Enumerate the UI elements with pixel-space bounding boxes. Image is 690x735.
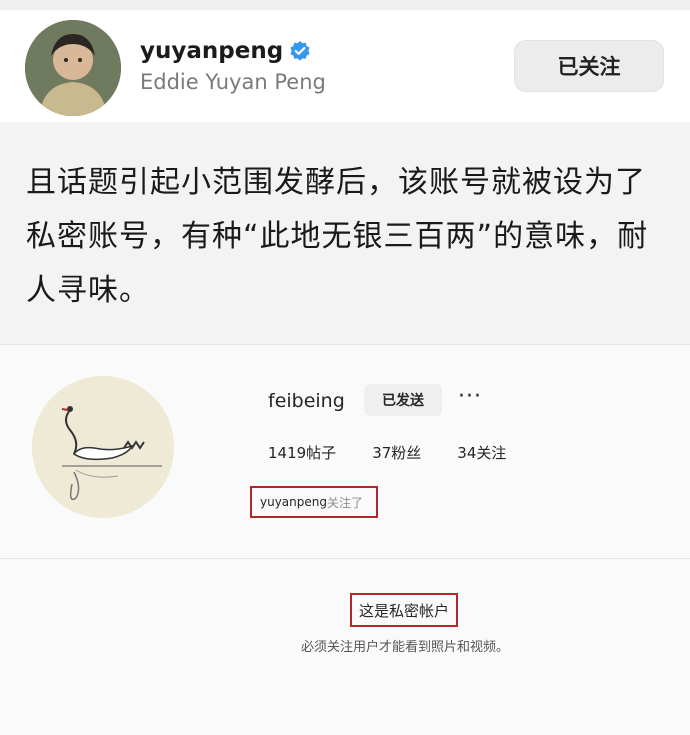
divider [0, 558, 690, 559]
avatar[interactable] [25, 20, 121, 116]
full-name: Eddie Yuyan Peng [140, 70, 326, 94]
private-profile-screenshot: feibeing 已发送 ··· 1419帖子 37粉丝 34关注 yuyanp… [0, 344, 690, 735]
more-options-icon[interactable]: ··· [458, 384, 482, 409]
top-divider [0, 0, 690, 10]
caption-text: 且话题引起小范围发酵后，该账号就被设为了私密账号，有种“此地无银三百两”的意味，… [26, 165, 649, 308]
swan-icon [32, 376, 174, 518]
username-row: yuyanpeng [140, 38, 311, 64]
followed-by-suffix: 关注了 [327, 495, 364, 510]
sent-request-button[interactable]: 已发送 [364, 384, 442, 416]
posts-count[interactable]: 1419帖子 [268, 442, 336, 463]
followers-count[interactable]: 37粉丝 [372, 442, 421, 463]
profile-avatar[interactable] [32, 376, 174, 518]
private-account-title: 这是私密帐户 [350, 593, 458, 627]
caption-block: 且话题引起小范围发酵后，该账号就被设为了私密账号，有种“此地无银三百两”的意味，… [0, 122, 690, 344]
username[interactable]: yuyanpeng [140, 38, 283, 64]
following-button[interactable]: 已关注 [514, 40, 664, 92]
divider [0, 344, 690, 345]
followed-by-highlight: yuyanpeng 关注了 [250, 486, 378, 518]
profile-stats: 1419帖子 37粉丝 34关注 [268, 442, 506, 463]
avatar-image [25, 20, 121, 116]
following-count[interactable]: 34关注 [457, 442, 506, 463]
verified-badge-icon [289, 40, 311, 62]
followed-by-user[interactable]: yuyanpeng [260, 495, 327, 509]
profile-handle: feibeing [268, 390, 345, 412]
profile-header: yuyanpeng Eddie Yuyan Peng 已关注 [0, 10, 690, 122]
private-account-description: 必须关注用户才能看到照片和视频。 [300, 640, 509, 655]
